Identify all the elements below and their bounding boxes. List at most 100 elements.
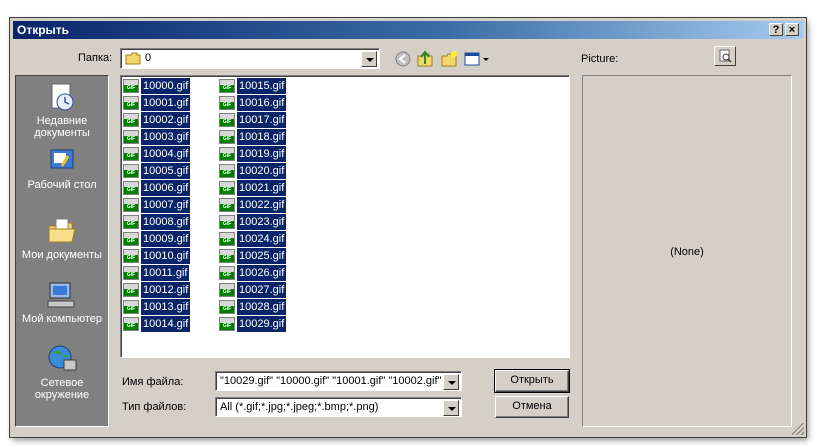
folder-dropdown-button[interactable] (361, 51, 377, 67)
file-name: 10022.gif (237, 197, 287, 213)
gif-file-icon (219, 283, 235, 297)
file-name: 10020.gif (237, 163, 287, 179)
gif-file-icon (123, 79, 139, 93)
gif-file-icon (123, 198, 139, 212)
folder-label: Папка: (78, 52, 113, 64)
place-my-computer-label: Мой компьютер (21, 313, 103, 325)
gif-file-icon (219, 113, 235, 127)
file-name: 10019.gif (237, 146, 287, 162)
gif-file-icon (123, 249, 139, 263)
file-name: 10011.gif (141, 265, 190, 281)
place-desktop[interactable]: Рабочий стол (16, 146, 108, 191)
gif-file-icon (219, 317, 235, 331)
place-network[interactable]: Сетевое окружение (16, 344, 108, 401)
file-name: 10003.gif (141, 129, 191, 145)
open-button[interactable]: Открыть (494, 369, 570, 393)
folder-icon (125, 52, 141, 65)
file-name: 10016.gif (237, 95, 287, 111)
resize-grip[interactable] (792, 423, 804, 435)
gif-file-icon (123, 266, 139, 280)
gif-file-icon (123, 147, 139, 161)
place-network-label: Сетевое окружение (34, 377, 90, 401)
title-bar[interactable]: Открыть ? × (13, 21, 803, 39)
gif-file-icon (219, 249, 235, 263)
file-name: 10025.gif (237, 248, 287, 264)
help-button[interactable]: ? (769, 23, 783, 36)
file-name: 10012.gif (141, 282, 191, 298)
gif-file-icon (123, 300, 139, 314)
file-name: 10007.gif (141, 197, 191, 213)
filename-input[interactable]: "10029.gif" "10000.gif" "10001.gif" "100… (220, 375, 444, 387)
gif-file-icon (123, 113, 139, 127)
gif-file-icon (219, 300, 235, 314)
file-name: 10029.gif (237, 316, 287, 332)
file-name: 10006.gif (141, 180, 191, 196)
file-name: 10027.gif (237, 282, 287, 298)
gif-file-icon (219, 198, 235, 212)
file-name: 10018.gif (237, 129, 287, 145)
back-icon[interactable] (394, 50, 412, 68)
place-my-documents[interactable]: Мои документы (16, 216, 108, 261)
file-name: 10014.gif (141, 316, 191, 332)
file-name: 10028.gif (237, 299, 287, 315)
file-name: 10002.gif (141, 112, 191, 128)
recent-documents-icon (51, 83, 74, 111)
new-folder-icon[interactable] (440, 50, 458, 68)
place-recent-label: Недавние документы (34, 115, 90, 139)
gif-file-icon (123, 130, 139, 144)
file-name: 10010.gif (141, 248, 191, 264)
folder-combo[interactable]: 0 (120, 48, 380, 69)
places-bar: Недавние документы Рабочий стол Мои доку… (15, 75, 109, 427)
gif-file-icon (219, 164, 235, 178)
gif-file-icon (123, 164, 139, 178)
gif-file-icon (123, 215, 139, 229)
filetype-value: All (*.gif;*.jpg;*.jpeg;*.bmp;*.png) (220, 401, 379, 413)
folder-value: 0 (145, 52, 152, 64)
filename-combo[interactable]: "10029.gif" "10000.gif" "10001.gif" "100… (215, 371, 462, 391)
file-name: 10013.gif (141, 299, 191, 315)
up-folder-icon[interactable] (416, 50, 434, 68)
gif-file-icon (219, 232, 235, 246)
file-name: 10008.gif (141, 214, 191, 230)
preview-toggle-button[interactable] (714, 46, 736, 66)
preview-pane: (None) (582, 75, 792, 427)
file-name: 10024.gif (237, 231, 287, 247)
gif-file-icon (219, 266, 235, 280)
filetype-combo[interactable]: All (*.gif;*.jpg;*.jpeg;*.bmp;*.png) (215, 397, 462, 417)
file-name: 10009.gif (141, 231, 191, 247)
cancel-button[interactable]: Отмена (495, 396, 569, 418)
filename-dropdown-button[interactable] (443, 374, 459, 390)
open-dialog: Открыть ? × Папка: 0 Недавние документы (10, 18, 806, 437)
preview-label: Picture: (581, 53, 619, 65)
file-name: 10021.gif (237, 180, 287, 196)
place-desktop-label: Рабочий стол (27, 179, 97, 191)
gif-file-icon (219, 79, 235, 93)
place-my-computer[interactable]: Мой компьютер (16, 280, 108, 325)
file-name: 10004.gif (141, 146, 191, 162)
close-button[interactable]: × (785, 23, 799, 36)
view-menu-icon[interactable] (464, 50, 490, 68)
gif-file-icon (123, 181, 139, 195)
preview-empty-text: (None) (670, 246, 704, 258)
gif-file-icon (123, 232, 139, 246)
gif-file-icon (219, 215, 235, 229)
file-name: 10023.gif (237, 214, 287, 230)
gif-file-icon (123, 96, 139, 110)
place-recent[interactable]: Недавние документы (16, 82, 108, 139)
window-title: Открыть (17, 23, 70, 37)
network-icon (48, 345, 77, 371)
gif-file-icon (219, 147, 235, 161)
file-name: 10001.gif (141, 95, 191, 111)
filename-label: Имя файла: (122, 376, 184, 388)
file-name: 10015.gif (237, 78, 287, 94)
file-name: 10026.gif (237, 265, 287, 281)
my-computer-icon (47, 282, 75, 308)
filetype-label: Тип файлов: (122, 401, 187, 413)
gif-file-icon (123, 283, 139, 297)
filetype-dropdown-button[interactable] (443, 400, 459, 416)
gif-file-icon (123, 317, 139, 331)
file-list[interactable]: 10000.gif10001.gif10002.gif10003.gif1000… (120, 75, 570, 358)
gif-file-icon (219, 96, 235, 110)
preview-icon (719, 49, 732, 63)
gif-file-icon (219, 181, 235, 195)
